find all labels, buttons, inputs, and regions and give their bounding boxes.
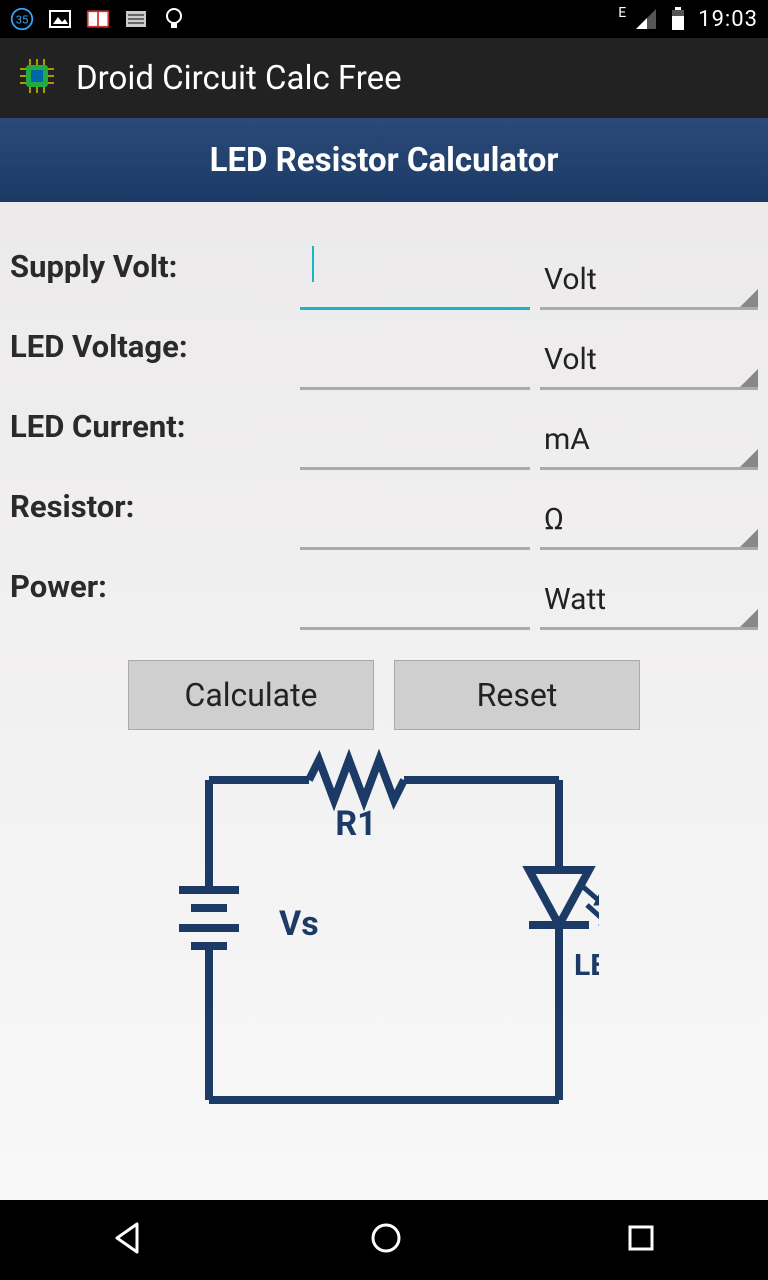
recent-button[interactable] bbox=[625, 1222, 657, 1258]
reset-button[interactable]: Reset bbox=[394, 660, 640, 730]
label-supply-volt: Supply Volt: bbox=[10, 248, 290, 310]
home-button[interactable] bbox=[368, 1220, 404, 1260]
app-title: Droid Circuit Calc Free bbox=[76, 59, 402, 98]
row-supply-volt: Supply Volt: Volt bbox=[10, 230, 758, 310]
svg-text:35: 35 bbox=[16, 13, 29, 26]
clock: 19:03 bbox=[698, 7, 758, 32]
row-resistor: Resistor: Ω bbox=[10, 470, 758, 550]
circuit-diagram: R1 Vs LED bbox=[169, 740, 599, 1120]
battery-icon bbox=[666, 7, 690, 31]
row-led-voltage: LED Voltage: Volt bbox=[10, 310, 758, 390]
form-content: Supply Volt: Volt LED Voltage: Volt LED … bbox=[0, 202, 768, 1200]
signal-icon bbox=[634, 7, 658, 31]
unit-led-current[interactable]: mA bbox=[540, 416, 758, 470]
label-led-voltage: LED Voltage: bbox=[10, 328, 290, 390]
page-title: LED Resistor Calculator bbox=[0, 118, 768, 202]
label-resistor: Resistor: bbox=[10, 488, 290, 550]
counter-badge-icon: 35 bbox=[10, 7, 34, 31]
image-icon bbox=[48, 7, 72, 31]
list-icon bbox=[124, 7, 148, 31]
unit-power[interactable]: Watt bbox=[540, 576, 758, 630]
row-power: Power: Watt bbox=[10, 550, 758, 630]
bulb-icon bbox=[162, 7, 186, 31]
book-icon bbox=[86, 7, 110, 31]
app-bar: Droid Circuit Calc Free bbox=[0, 38, 768, 118]
calculate-button[interactable]: Calculate bbox=[128, 660, 374, 730]
navigation-bar bbox=[0, 1200, 768, 1280]
svg-text:LED: LED bbox=[574, 948, 599, 983]
input-resistor[interactable] bbox=[300, 496, 530, 550]
network-type: E bbox=[618, 5, 626, 21]
input-supply-volt[interactable] bbox=[300, 256, 530, 310]
svg-text:R1: R1 bbox=[335, 804, 376, 844]
app-icon bbox=[14, 53, 60, 103]
back-button[interactable] bbox=[111, 1220, 147, 1260]
unit-resistor[interactable]: Ω bbox=[540, 496, 758, 550]
unit-led-voltage[interactable]: Volt bbox=[540, 336, 758, 390]
label-led-current: LED Current: bbox=[10, 408, 290, 470]
input-led-voltage[interactable] bbox=[300, 336, 530, 390]
svg-text:Vs: Vs bbox=[279, 904, 319, 944]
label-power: Power: bbox=[10, 568, 290, 630]
unit-supply-volt[interactable]: Volt bbox=[540, 256, 758, 310]
row-led-current: LED Current: mA bbox=[10, 390, 758, 470]
input-led-current[interactable] bbox=[300, 416, 530, 470]
status-bar: 35 E 19:03 bbox=[0, 0, 768, 38]
input-power[interactable] bbox=[300, 576, 530, 630]
